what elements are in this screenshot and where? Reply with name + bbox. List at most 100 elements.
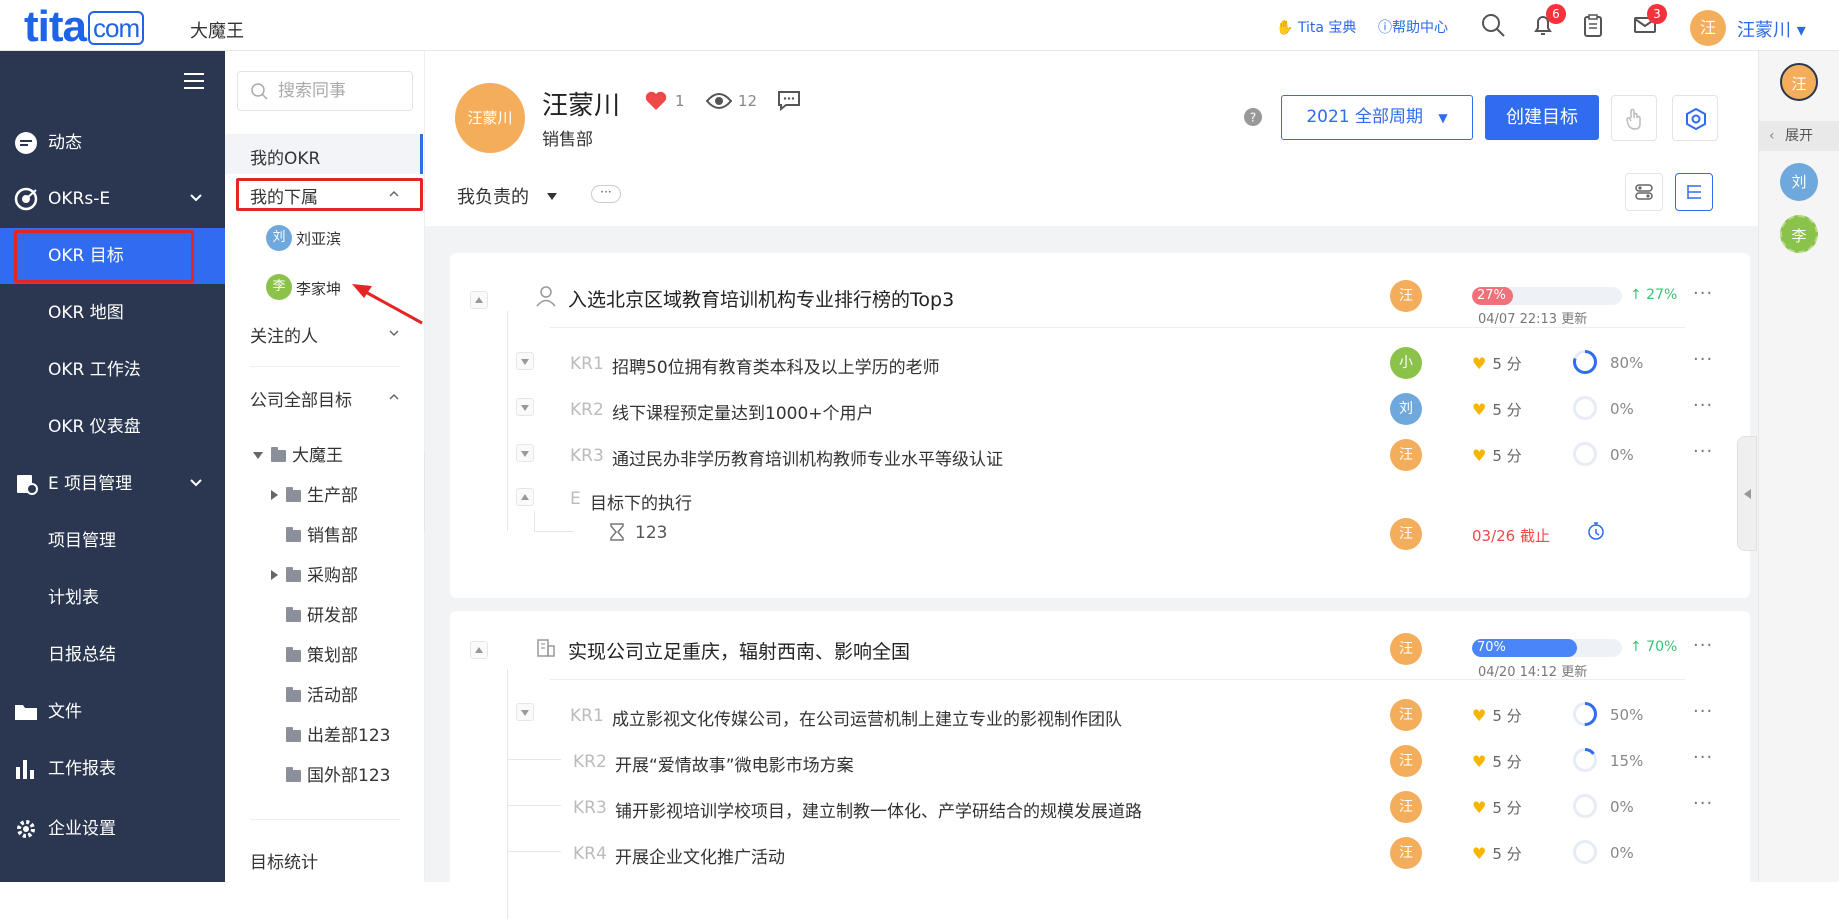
tree-node[interactable]: 活动部 <box>286 681 358 706</box>
tree-node-root[interactable]: 大魔王 <box>253 441 343 466</box>
list-view-toggle[interactable] <box>1625 173 1663 211</box>
user-menu[interactable]: 汪蒙川 ▾ <box>1737 16 1806 42</box>
tree-node[interactable]: 研发部 <box>286 601 358 626</box>
kr-text[interactable]: 招聘50位拥有教育类本科及以上学历的老师 <box>612 353 940 378</box>
more-icon[interactable]: ··· <box>1693 349 1713 370</box>
more-icon[interactable]: ··· <box>1693 701 1713 722</box>
kr-score[interactable]: ♥ 5 分 <box>1472 705 1522 726</box>
nav-daily-summary[interactable]: 日报总结 <box>0 627 225 683</box>
clipboard-icon[interactable] <box>1580 12 1606 38</box>
more-icon[interactable]: ··· <box>1693 283 1713 304</box>
nav-okr-dashboard[interactable]: OKR 仪表盘 <box>0 399 225 455</box>
objective-title[interactable]: 入选北京区域教育培训机构专业排行榜的Top3 <box>568 285 954 312</box>
settings-button[interactable] <box>1672 95 1718 141</box>
more-icon[interactable]: ··· <box>1693 395 1713 416</box>
kr-score[interactable]: ♥ 5 分 <box>1472 353 1522 374</box>
tree-node[interactable]: 出差部123 <box>286 721 390 746</box>
tita-book-link[interactable]: ✋ Tita 宝典 <box>1276 17 1356 37</box>
search-colleague-input[interactable]: 搜索同事 <box>237 71 413 111</box>
more-icon[interactable]: ··· <box>1693 747 1713 768</box>
chevron-left-icon: ‹ <box>1769 128 1775 144</box>
more-icon[interactable]: ··· <box>1693 441 1713 462</box>
my-okr-item[interactable]: 我的OKR <box>250 144 320 169</box>
nav-project-mgmt[interactable]: E 项目管理 <box>0 456 225 512</box>
avatar[interactable]: 汪 <box>1780 63 1818 101</box>
annotation-arrow-icon <box>352 284 423 325</box>
subordinate-li[interactable]: 李家坤 <box>296 278 341 299</box>
nav-projects[interactable]: 项目管理 <box>0 513 225 569</box>
tree-node[interactable]: 销售部 <box>286 521 358 546</box>
kr-text[interactable]: 铺开影视培训学校项目，建立制教一体化、产学研结合的规模发展道路 <box>615 797 1142 822</box>
nav-plan-table[interactable]: 计划表 <box>0 570 225 626</box>
target-icon <box>14 187 38 211</box>
tree-node[interactable]: 策划部 <box>286 641 358 666</box>
kr-text[interactable]: 成立影视文化传媒公司，在公司运营机制上建立专业的影视制作团队 <box>612 705 1122 730</box>
kr-text[interactable]: 开展企业文化推广活动 <box>615 843 785 868</box>
gear-icon <box>17 820 35 838</box>
priority-icon[interactable] <box>1587 521 1605 541</box>
period-select[interactable]: 2021 全部周期 ▼ <box>1281 95 1473 140</box>
responsibility-filter[interactable]: 我负责的 <box>457 183 529 209</box>
tree-node[interactable]: 国外部123 <box>286 761 390 786</box>
kr-score[interactable]: ♥ 5 分 <box>1472 445 1522 466</box>
tree-node[interactable]: 生产部 <box>271 481 358 506</box>
hand-button[interactable] <box>1611 95 1657 141</box>
kr-score[interactable]: ♥ 5 分 <box>1472 797 1522 818</box>
expand-kr-button[interactable] <box>516 444 534 462</box>
nav-okr-map[interactable]: OKR 地图 <box>0 285 225 341</box>
company-goals-item[interactable]: 公司全部目标 <box>250 386 352 411</box>
eye-icon[interactable] <box>706 91 732 111</box>
kr-text[interactable]: 线下课程预定量达到1000+个用户 <box>612 399 874 424</box>
subordinate-liu[interactable]: 刘亚滨 <box>296 228 341 249</box>
right-panel-handle[interactable] <box>1737 436 1757 551</box>
followed-people-item[interactable]: 关注的人 <box>250 322 318 347</box>
company-name[interactable]: 大魔王 <box>190 17 244 43</box>
heart-icon: ♥ <box>1472 706 1487 725</box>
goal-stats-item[interactable]: 目标统计 <box>250 848 318 873</box>
nav-okrs-e[interactable]: OKRs-E <box>0 171 225 227</box>
kr-score[interactable]: ♥ 5 分 <box>1472 751 1522 772</box>
more-options-button[interactable]: ··· <box>591 185 621 203</box>
divider <box>250 366 400 367</box>
search-icon[interactable] <box>1480 12 1506 38</box>
nav-feed[interactable]: 动态 <box>0 115 225 171</box>
kr-text[interactable]: 通过民办非学历教育培训机构教师专业水平等级认证 <box>612 445 1003 470</box>
nav-reports[interactable]: 工作报表 <box>0 741 225 797</box>
help-center-link[interactable]: ⓘ帮助中心 <box>1378 17 1448 37</box>
avatar[interactable]: 刘 <box>1780 163 1818 201</box>
folder-icon <box>286 727 301 742</box>
avatar: 刘 <box>266 225 292 251</box>
nav-okr-method[interactable]: OKR 工作法 <box>0 342 225 398</box>
collapse-button[interactable] <box>470 291 488 309</box>
comment-icon[interactable] <box>777 89 801 111</box>
avatar: 汪 <box>1390 837 1422 869</box>
help-icon[interactable]: ? <box>1244 108 1262 126</box>
expand-button[interactable]: ‹ 展开 <box>1759 121 1839 151</box>
expand-kr-button[interactable] <box>516 703 534 721</box>
avatar[interactable]: 李 <box>1780 215 1818 253</box>
menu-icon[interactable] <box>184 73 204 89</box>
more-icon[interactable]: ··· <box>1693 793 1713 814</box>
nav-settings[interactable]: 企业设置 <box>0 801 225 857</box>
kr-text[interactable]: 开展“爱情故事”微电影市场方案 <box>615 751 854 776</box>
expand-kr-button[interactable] <box>516 352 534 370</box>
chevron-up-icon[interactable] <box>387 390 401 404</box>
tree-view-toggle[interactable] <box>1675 173 1713 211</box>
nav-files[interactable]: 文件 <box>0 684 225 740</box>
create-goal-button[interactable]: 创建目标 <box>1485 95 1599 140</box>
collapse-button[interactable] <box>470 641 488 659</box>
collapse-button[interactable] <box>516 488 534 506</box>
tita-logo[interactable]: tita com <box>24 2 145 53</box>
kr-percent: 50% <box>1610 706 1644 724</box>
user-avatar[interactable]: 汪 <box>1690 10 1726 46</box>
objective-title[interactable]: 实现公司立足重庆，辐射西南、影响全国 <box>568 637 910 664</box>
kr-percent: 15% <box>1610 752 1644 770</box>
kr-score[interactable]: ♥ 5 分 <box>1472 843 1522 864</box>
kr-score[interactable]: ♥ 5 分 <box>1472 399 1522 420</box>
exec-title[interactable]: 目标下的执行 <box>590 489 692 514</box>
expand-kr-button[interactable] <box>516 398 534 416</box>
heart-icon[interactable] <box>645 91 667 111</box>
task-name[interactable]: 123 <box>635 523 667 543</box>
tree-node[interactable]: 采购部 <box>271 561 358 586</box>
more-icon[interactable]: ··· <box>1693 635 1713 656</box>
